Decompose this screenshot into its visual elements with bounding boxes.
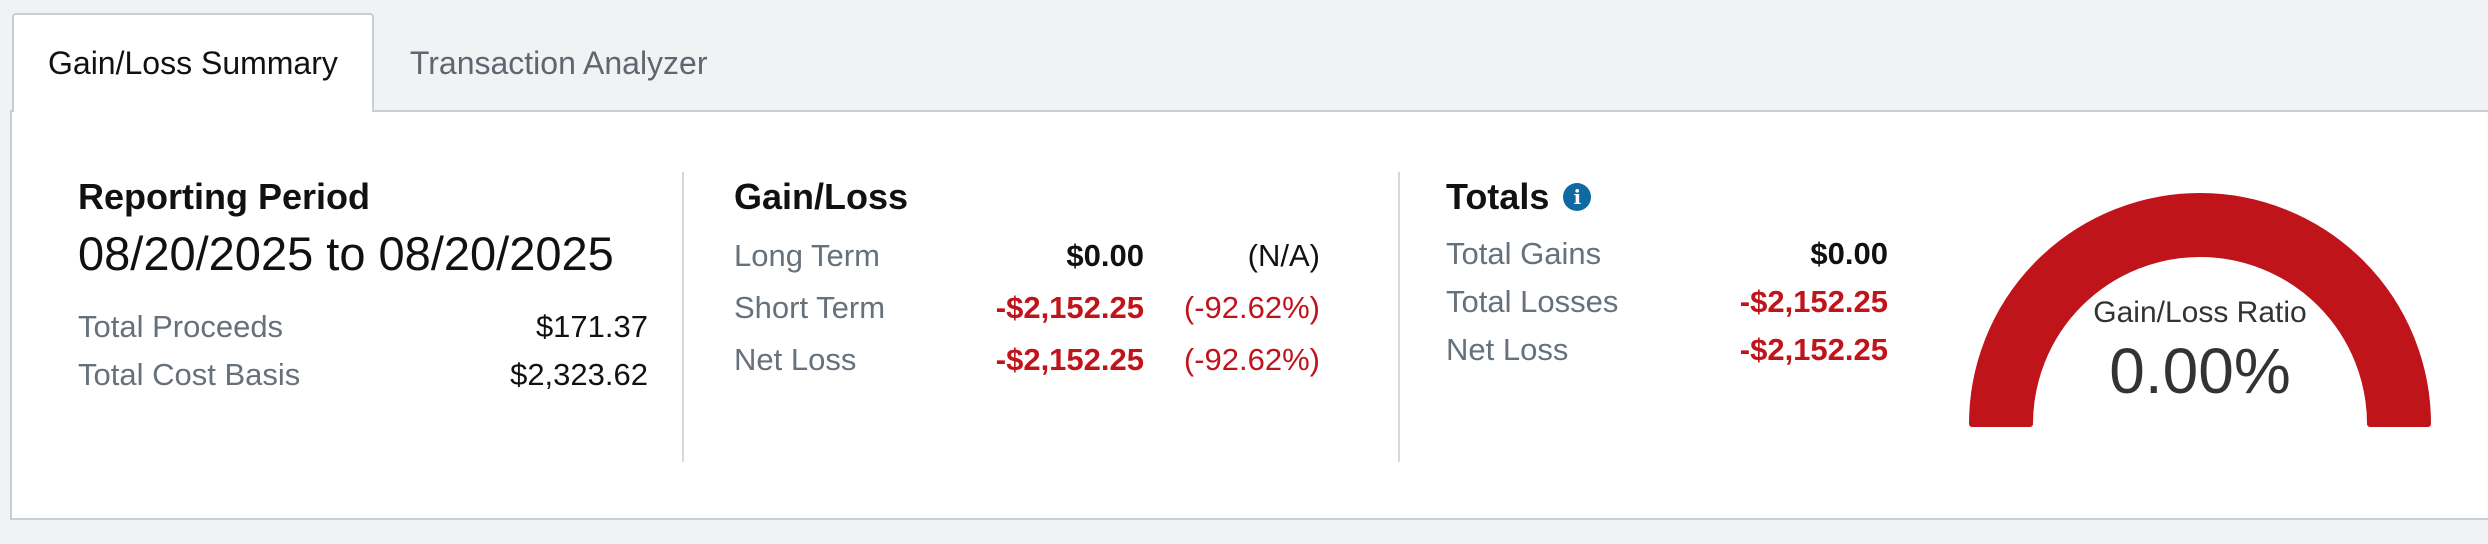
net-loss-value: -$2,152.25 [995, 342, 1144, 377]
summary-panel: Reporting Period 08/20/2025 to 08/20/202… [10, 110, 2488, 520]
total-gains-label: Total Gains [1446, 236, 1602, 271]
reporting-period-range: 08/20/2025 to 08/20/2025 [78, 227, 614, 280]
tab-transaction-analyzer[interactable]: Transaction Analyzer [374, 14, 750, 112]
gain-loss-ratio-gauge: Gain/Loss Ratio 0.00% [1960, 186, 2440, 436]
totals-net-loss-value: -$2,152.25 [1739, 332, 1888, 367]
reporting-period-heading: Reporting Period [78, 176, 371, 217]
totals-heading-label: Totals [1446, 176, 1550, 217]
tab-bar: Gain/Loss Summary Transaction Analyzer [12, 13, 750, 112]
long-term-percent: (N/A) [1247, 238, 1320, 273]
info-icon[interactable]: i [1563, 183, 1592, 211]
total-proceeds-value: $171.37 [535, 309, 648, 344]
gauge-value: 0.00% [2109, 335, 2291, 407]
short-term-row: Short Term -$2,152.25 (-92.62%) [734, 282, 1344, 334]
total-losses-label: Total Losses [1446, 284, 1619, 319]
long-term-label: Long Term [734, 238, 880, 273]
total-losses-value: -$2,152.25 [1739, 284, 1888, 319]
total-proceeds-row: Total Proceeds $171.37 [78, 303, 648, 351]
total-cost-basis-label: Total Cost Basis [78, 357, 301, 392]
total-gains-value: $0.00 [1810, 236, 1888, 271]
total-cost-basis-row: Total Cost Basis $2,323.62 [78, 351, 648, 399]
totals-net-loss-row: Net Loss -$2,152.25 [1446, 326, 1896, 374]
short-term-value: -$2,152.25 [995, 290, 1144, 325]
total-cost-basis-value: $2,323.62 [510, 357, 648, 392]
net-loss-percent: (-92.62%) [1183, 342, 1320, 377]
tab-gain-loss-summary[interactable]: Gain/Loss Summary [12, 13, 374, 112]
gauge-label: Gain/Loss Ratio [2093, 296, 2307, 329]
column-divider [682, 172, 684, 462]
net-loss-row: Net Loss -$2,152.25 (-92.62%) [734, 334, 1344, 386]
totals-heading: Totals i [1446, 176, 1896, 218]
reporting-period-section: Reporting Period 08/20/2025 to 08/20/202… [78, 176, 648, 399]
gain-loss-heading: Gain/Loss [734, 176, 909, 217]
total-losses-row: Total Losses -$2,152.25 [1446, 278, 1896, 326]
long-term-value: $0.00 [1066, 238, 1144, 273]
gain-loss-section: Gain/Loss Long Term $0.00 (N/A) Short Te… [734, 176, 1344, 386]
totals-section: Totals i Total Gains $0.00 Total Losses … [1446, 176, 1896, 374]
column-divider [1398, 172, 1400, 462]
short-term-label: Short Term [734, 290, 886, 325]
total-proceeds-label: Total Proceeds [78, 309, 284, 344]
total-gains-row: Total Gains $0.00 [1446, 230, 1896, 278]
short-term-percent: (-92.62%) [1183, 290, 1320, 325]
long-term-row: Long Term $0.00 (N/A) [734, 230, 1344, 282]
net-loss-label: Net Loss [734, 342, 857, 377]
totals-net-loss-label: Net Loss [1446, 332, 1569, 367]
